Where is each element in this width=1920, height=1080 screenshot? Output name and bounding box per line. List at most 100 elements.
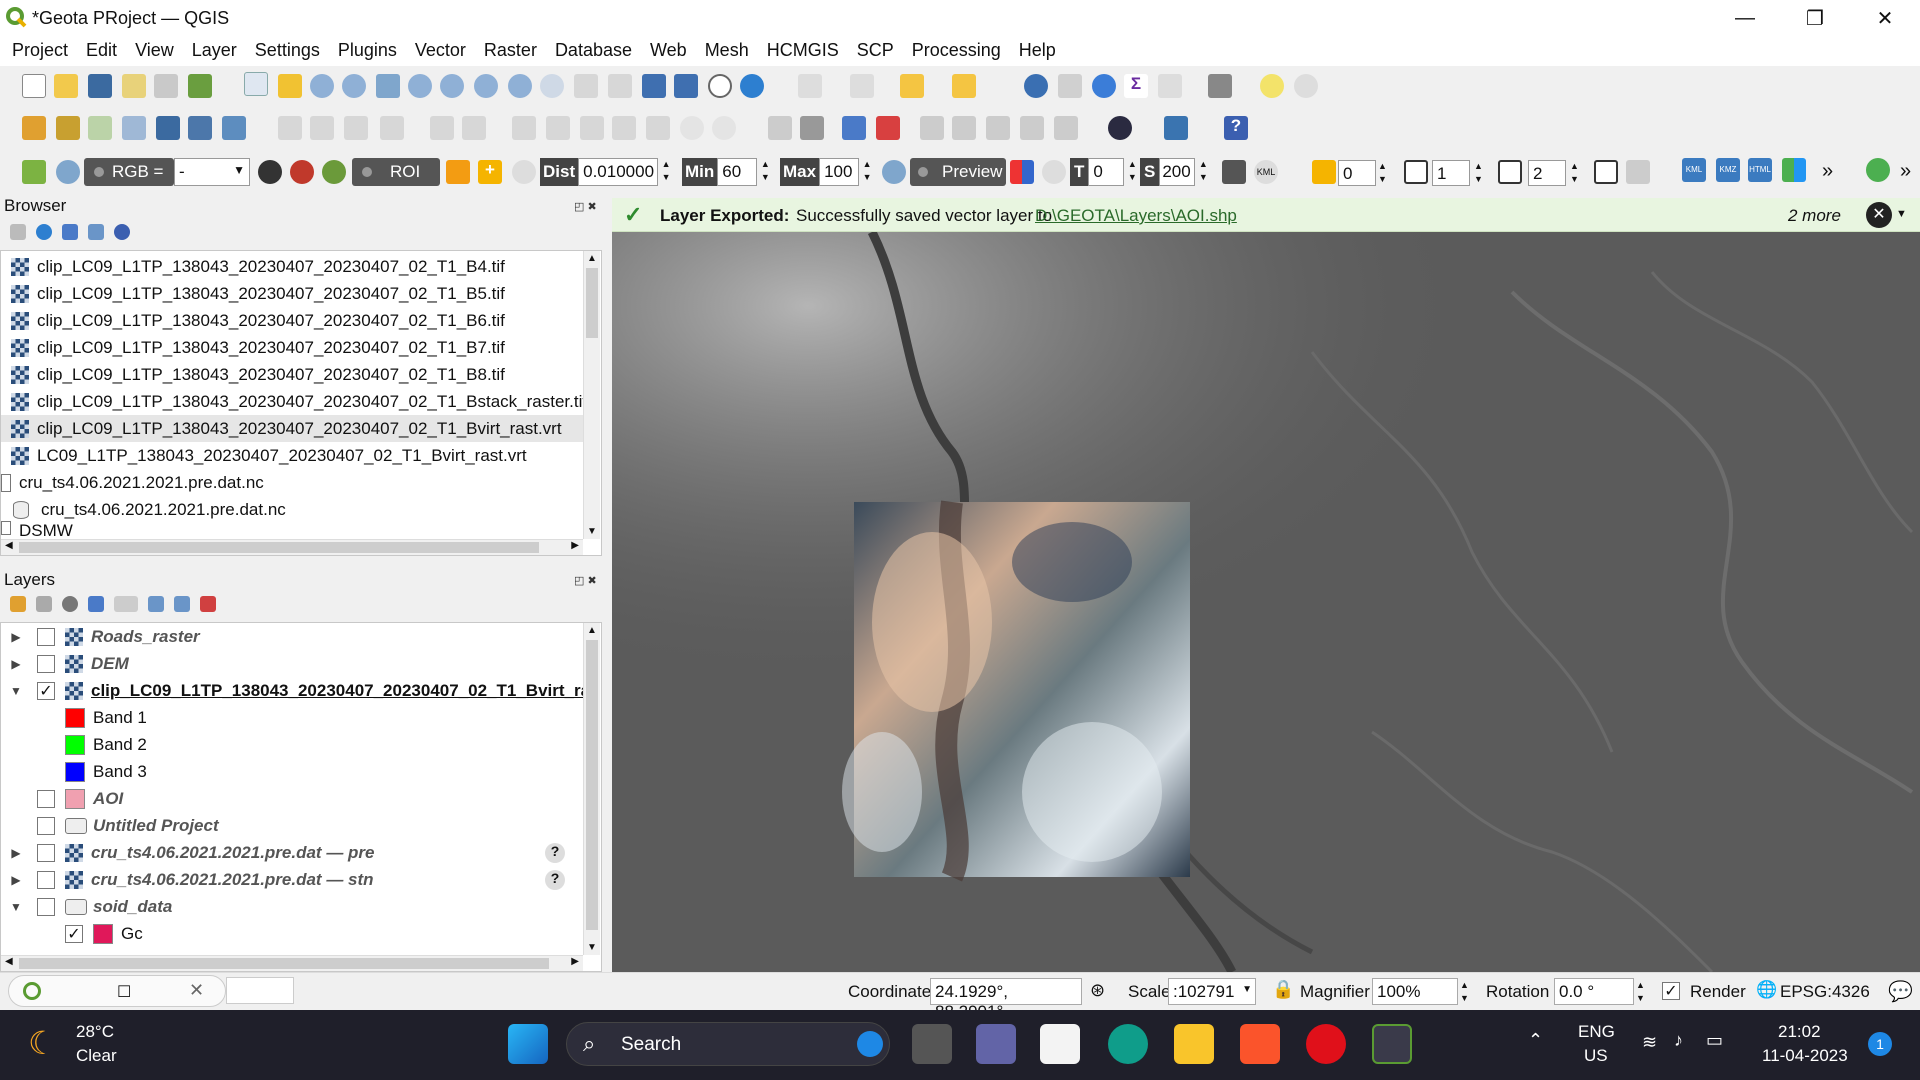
- layer-item[interactable]: AOI: [37, 785, 123, 812]
- show-bookmarks-icon[interactable]: [674, 74, 698, 98]
- add-vector-icon[interactable]: [156, 116, 180, 140]
- magnifier-input[interactable]: 100%: [1372, 978, 1458, 1005]
- browser-horizontal-scrollbar[interactable]: ◀ ▶: [1, 539, 583, 555]
- label-tool-icon[interactable]: [768, 116, 792, 140]
- redo-preview-icon[interactable]: [1042, 160, 1066, 184]
- language-top[interactable]: ENG: [1578, 1022, 1615, 1042]
- menu-hcmgis[interactable]: HCMGIS: [755, 36, 845, 61]
- toolbar-overflow-button[interactable]: »: [1822, 160, 1833, 183]
- layer-checkbox[interactable]: [37, 897, 55, 916]
- bing-chat-icon[interactable]: [857, 1031, 883, 1057]
- digitize-icon[interactable]: [380, 116, 404, 140]
- pin-labels-icon[interactable]: [920, 116, 944, 140]
- expand-arrow-icon[interactable]: ▶: [9, 630, 23, 644]
- filter-expression-icon[interactable]: [114, 596, 138, 612]
- kml-export-icon[interactable]: KML: [1682, 158, 1706, 182]
- layer-checkbox-checked[interactable]: ✓: [65, 924, 83, 943]
- browser-item[interactable]: clip_LC09_L1TP_138043_20230407_20230407_…: [11, 307, 505, 334]
- temperature[interactable]: 28°C: [76, 1022, 114, 1042]
- layer-item[interactable]: ▶ Roads_raster: [9, 623, 200, 650]
- menu-settings[interactable]: Settings: [243, 36, 326, 61]
- remove-layer-icon[interactable]: [200, 596, 216, 612]
- properties-info-icon[interactable]: [114, 224, 130, 240]
- add-virtual-layer-icon[interactable]: [222, 116, 246, 140]
- microsoft-store-icon[interactable]: [1040, 1024, 1080, 1064]
- start-button-windows-icon[interactable]: [508, 1024, 548, 1064]
- locator-widget[interactable]: ☐ ✕: [8, 975, 226, 1007]
- browser-item[interactable]: LC09_L1TP_138043_20230407_20230407_02_T1…: [11, 442, 527, 469]
- show-labels-icon[interactable]: [952, 116, 976, 140]
- t-input[interactable]: 0: [1088, 158, 1125, 186]
- cut-features-icon[interactable]: [580, 116, 604, 140]
- browser-item-selected[interactable]: clip_LC09_L1TP_138043_20230407_20230407_…: [1, 415, 583, 442]
- menu-scp[interactable]: SCP: [845, 36, 900, 61]
- show-hidden-icons-chevron-icon[interactable]: ⌃: [1528, 1030, 1543, 1051]
- change-label-icon[interactable]: [1054, 116, 1078, 140]
- plugin-globe-icon[interactable]: [1108, 116, 1132, 140]
- rotation-input[interactable]: 0.0 °: [1554, 978, 1634, 1005]
- current-edits-icon[interactable]: [278, 116, 302, 140]
- expand-arrow-icon[interactable]: ▶: [9, 846, 23, 860]
- s-spinner[interactable]: ▲ ▼: [1195, 158, 1211, 186]
- volume-icon[interactable]: ♪: [1674, 1030, 1683, 1051]
- open-table-icon[interactable]: [1158, 74, 1182, 98]
- browser-item[interactable]: cru_ts4.06.2021.2021.pre.dat.nc: [13, 496, 286, 523]
- browser-item[interactable]: cru_ts4.06.2021.2021.pre.dat.nc: [1, 469, 264, 496]
- menu-database[interactable]: Database: [543, 36, 638, 61]
- expand-all-icon[interactable]: [148, 596, 164, 612]
- file-explorer-icon[interactable]: [1174, 1024, 1214, 1064]
- zoom-out-icon[interactable]: [342, 74, 366, 98]
- manage-visibility-icon[interactable]: [62, 596, 78, 612]
- browser-item[interactable]: clip_LC09_L1TP_138043_20230407_20230407_…: [11, 361, 505, 388]
- menu-plugins[interactable]: Plugins: [326, 36, 403, 61]
- unknown-crs-icon[interactable]: ?: [545, 842, 565, 863]
- message-link[interactable]: D:\GEOTA\Layers\AOI.shp: [1035, 206, 1237, 226]
- browser-item[interactable]: clip_LC09_L1TP_138043_20230407_20230407_…: [11, 334, 505, 361]
- browser-item[interactable]: clip_LC09_L1TP_138043_20230407_20230407_…: [11, 388, 587, 415]
- edge-browser-icon[interactable]: [1108, 1024, 1148, 1064]
- menu-project[interactable]: Project: [0, 36, 74, 61]
- modify-attributes-icon[interactable]: [512, 116, 536, 140]
- layers-vertical-scrollbar[interactable]: ▲ ▼: [583, 623, 600, 955]
- layer-item[interactable]: ✓ Gc: [65, 920, 143, 947]
- layer-checkbox[interactable]: [37, 654, 55, 673]
- locate-search-icon[interactable]: [1866, 158, 1890, 182]
- weather-condition[interactable]: Clear: [76, 1046, 117, 1066]
- vertex-tool-icon[interactable]: [430, 116, 454, 140]
- delete-selected-icon[interactable]: [546, 116, 570, 140]
- zoom-full-icon[interactable]: [376, 74, 400, 98]
- toggle-extents-icon[interactable]: ⊛: [1090, 980, 1105, 1001]
- scroll-thumb[interactable]: [586, 640, 598, 930]
- identify-icon[interactable]: [1024, 74, 1048, 98]
- save-project-icon[interactable]: [88, 74, 112, 98]
- messages-log-icon[interactable]: 💬: [1888, 979, 1913, 1004]
- kml-icon[interactable]: KML: [1254, 160, 1278, 184]
- browser-item[interactable]: clip_LC09_L1TP_138043_20230407_20230407_…: [11, 280, 505, 307]
- rgb-toggle[interactable]: RGB =: [84, 158, 174, 186]
- style-manager-icon[interactable]: [188, 74, 212, 98]
- collapse-all-icon[interactable]: [88, 224, 104, 240]
- next-band-3-icon[interactable]: [1594, 160, 1618, 184]
- expand-arrow-icon[interactable]: ▶: [9, 657, 23, 671]
- spin-a-spinner[interactable]: ▲ ▼: [1378, 160, 1387, 186]
- menu-processing[interactable]: Processing: [900, 36, 1007, 61]
- undo-icon[interactable]: [680, 116, 704, 140]
- refresh-icon[interactable]: [740, 74, 764, 98]
- unknown-crs-icon[interactable]: ?: [545, 869, 565, 890]
- collapse-all-layers-icon[interactable]: [174, 596, 190, 612]
- dist-input[interactable]: 0.010000: [578, 158, 659, 186]
- taskbar-search[interactable]: ⌕ Search: [566, 1022, 890, 1066]
- t-spinner[interactable]: ▲ ▼: [1124, 158, 1140, 186]
- minimize-button[interactable]: —: [1710, 0, 1780, 36]
- scp-main-icon[interactable]: [22, 160, 46, 184]
- menu-mesh[interactable]: Mesh: [693, 36, 755, 61]
- battery-icon[interactable]: ▭: [1706, 1030, 1723, 1051]
- pan-map-icon[interactable]: [244, 72, 268, 96]
- layer-item[interactable]: ▶ cru_ts4.06.2021.2021.pre.dat — stn?: [9, 866, 579, 893]
- measure-line-icon[interactable]: [1208, 74, 1232, 98]
- layer-checkbox[interactable]: [37, 816, 55, 835]
- statistics-sum-icon[interactable]: Σ: [1124, 74, 1148, 98]
- layer-item[interactable]: ▼ ✓ clip_LC09_L1TP_138043_20230407_2023040…: [9, 677, 590, 704]
- close-window-button[interactable]: ✕: [1850, 0, 1920, 36]
- qgis-app-icon[interactable]: [1372, 1024, 1412, 1064]
